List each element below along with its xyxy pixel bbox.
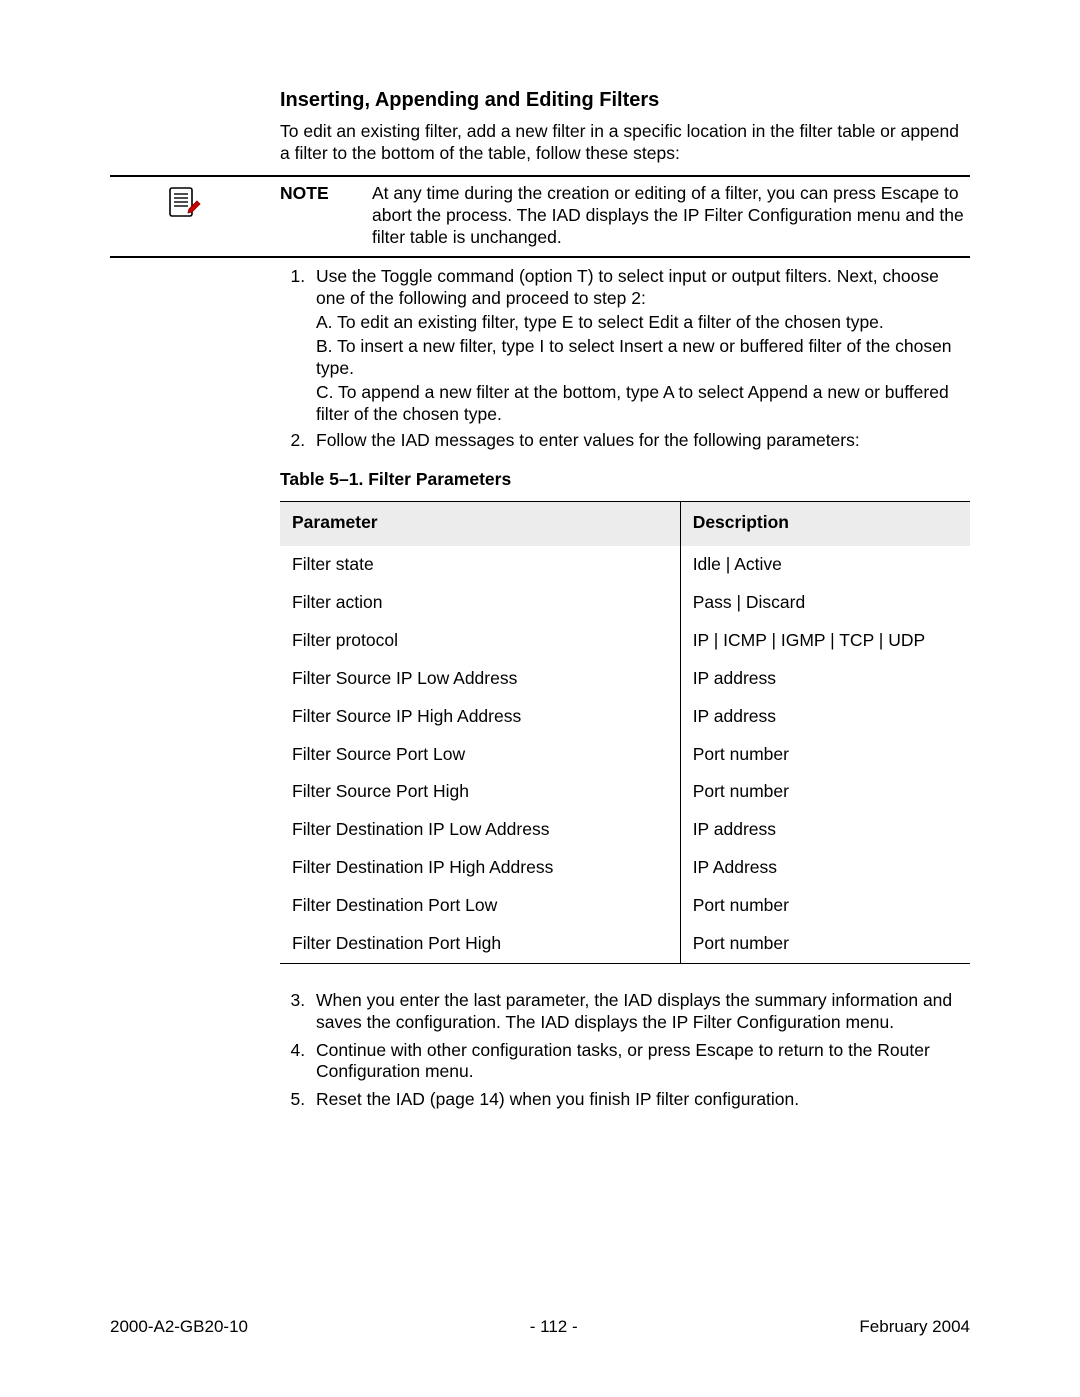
description-cell: IP Address bbox=[680, 849, 970, 887]
parameter-cell: Filter Destination Port Low bbox=[280, 887, 680, 925]
footer-docid: 2000-A2-GB20-10 bbox=[110, 1316, 248, 1337]
description-cell: Port number bbox=[680, 736, 970, 774]
description-cell: IP address bbox=[680, 811, 970, 849]
table-row: Filter Source Port HighPort number bbox=[280, 773, 970, 811]
parameter-cell: Filter Destination IP Low Address bbox=[280, 811, 680, 849]
parameter-cell: Filter state bbox=[280, 546, 680, 584]
description-cell: IP address bbox=[680, 660, 970, 698]
section-heading: Inserting, Appending and Editing Filters bbox=[280, 88, 970, 113]
step-3: When you enter the last parameter, the I… bbox=[310, 990, 970, 1034]
table-row: Filter Source IP High AddressIP address bbox=[280, 698, 970, 736]
footer-page: - 112 - bbox=[530, 1316, 578, 1337]
note-icon bbox=[165, 185, 201, 221]
note-label: NOTE bbox=[280, 183, 372, 249]
parameter-cell: Filter protocol bbox=[280, 622, 680, 660]
step-4: Continue with other configuration tasks,… bbox=[310, 1040, 970, 1084]
table-row: Filter Destination Port HighPort number bbox=[280, 925, 970, 963]
table-row: Filter actionPass | Discard bbox=[280, 584, 970, 622]
parameter-cell: Filter action bbox=[280, 584, 680, 622]
parameter-cell: Filter Destination Port High bbox=[280, 925, 680, 963]
note-block: NOTE At any time during the creation or … bbox=[110, 175, 970, 259]
step-5: Reset the IAD (page 14) when you finish … bbox=[310, 1089, 970, 1111]
intro-paragraph: To edit an existing filter, add a new fi… bbox=[280, 121, 970, 165]
content-column: Inserting, Appending and Editing Filters… bbox=[280, 88, 970, 1111]
table-row: Filter protocolIP | ICMP | IGMP | TCP | … bbox=[280, 622, 970, 660]
description-cell: Port number bbox=[680, 773, 970, 811]
table-row: Filter Source IP Low AddressIP address bbox=[280, 660, 970, 698]
page: Inserting, Appending and Editing Filters… bbox=[0, 0, 1080, 1397]
table-caption: Table 5–1. Filter Parameters bbox=[280, 469, 970, 491]
col-header-description: Description bbox=[680, 502, 970, 546]
description-cell: Pass | Discard bbox=[680, 584, 970, 622]
table-row: Filter Destination Port LowPort number bbox=[280, 887, 970, 925]
steps-list-top: Use the Toggle command (option T) to sel… bbox=[280, 266, 970, 451]
filter-parameters-table: Parameter Description Filter stateIdle |… bbox=[280, 501, 970, 964]
note-text: At any time during the creation or editi… bbox=[372, 183, 970, 249]
description-cell: Port number bbox=[680, 887, 970, 925]
step-1a: A. To edit an existing filter, type E to… bbox=[316, 312, 970, 334]
step-1-lead: Use the Toggle command (option T) to sel… bbox=[316, 266, 939, 308]
parameter-cell: Filter Source Port Low bbox=[280, 736, 680, 774]
steps-list-bottom: When you enter the last parameter, the I… bbox=[280, 990, 970, 1111]
description-cell: Idle | Active bbox=[680, 546, 970, 584]
table-header-row: Parameter Description bbox=[280, 502, 970, 546]
parameter-cell: Filter Source Port High bbox=[280, 773, 680, 811]
step-2: Follow the IAD messages to enter values … bbox=[310, 430, 970, 452]
parameter-cell: Filter Source IP High Address bbox=[280, 698, 680, 736]
description-cell: IP address bbox=[680, 698, 970, 736]
col-header-parameter: Parameter bbox=[280, 502, 680, 546]
parameter-cell: Filter Source IP Low Address bbox=[280, 660, 680, 698]
parameter-cell: Filter Destination IP High Address bbox=[280, 849, 680, 887]
table-row: Filter Destination IP High AddressIP Add… bbox=[280, 849, 970, 887]
step-1c: C. To append a new filter at the bottom,… bbox=[316, 382, 970, 426]
step-1: Use the Toggle command (option T) to sel… bbox=[310, 266, 970, 425]
description-cell: IP | ICMP | IGMP | TCP | UDP bbox=[680, 622, 970, 660]
page-footer: 2000-A2-GB20-10 - 112 - February 2004 bbox=[110, 1316, 970, 1337]
table-row: Filter Source Port LowPort number bbox=[280, 736, 970, 774]
footer-date: February 2004 bbox=[859, 1316, 970, 1337]
step-1b: B. To insert a new filter, type I to sel… bbox=[316, 336, 970, 380]
description-cell: Port number bbox=[680, 925, 970, 963]
table-row: Filter Destination IP Low AddressIP addr… bbox=[280, 811, 970, 849]
table-row: Filter stateIdle | Active bbox=[280, 546, 970, 584]
